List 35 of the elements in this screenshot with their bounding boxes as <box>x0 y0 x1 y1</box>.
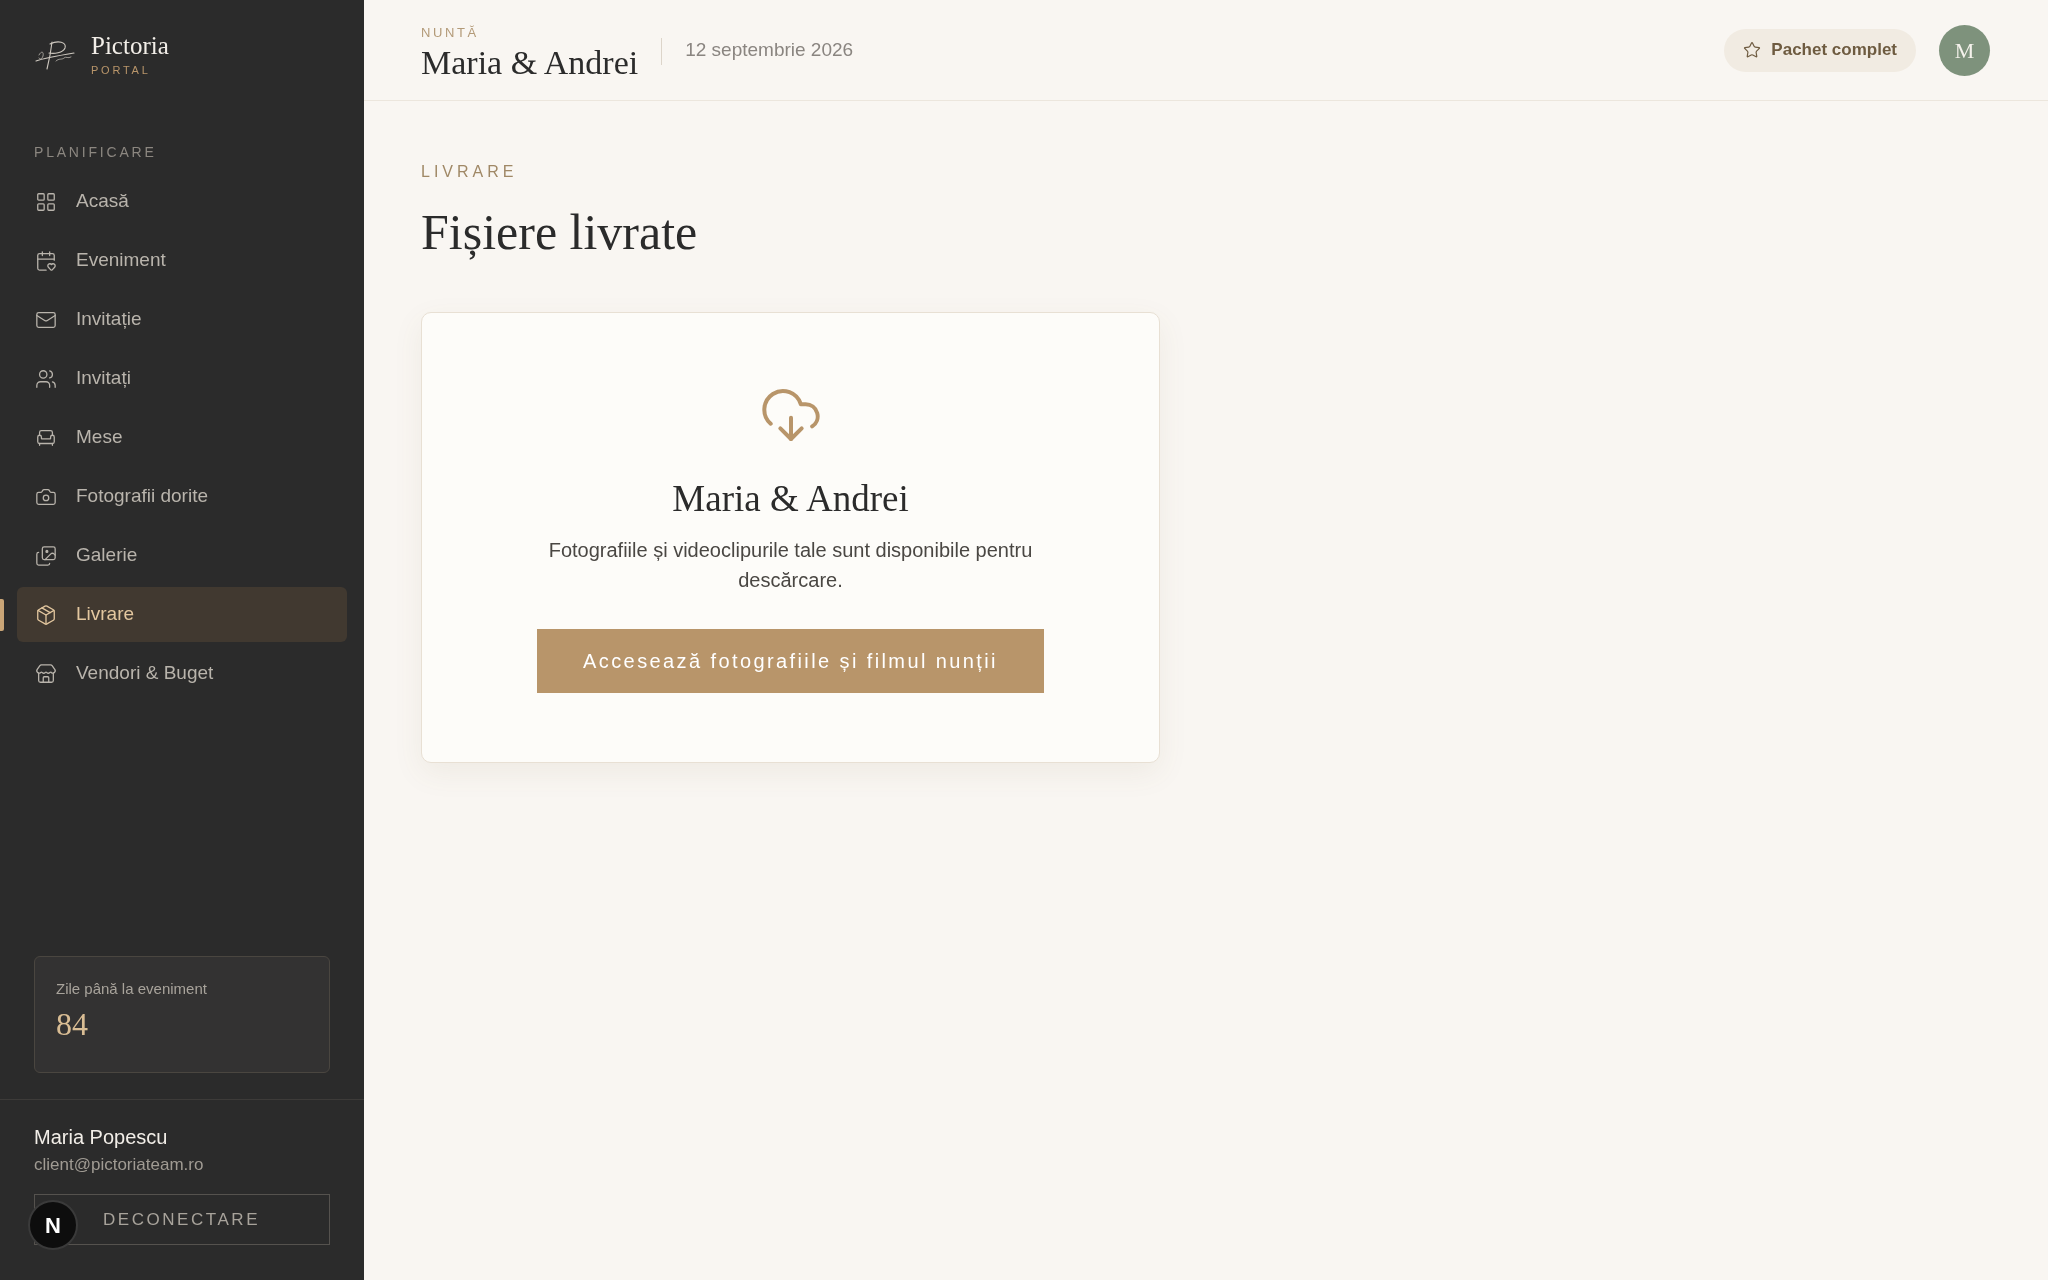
package-icon <box>35 603 57 626</box>
signature-logo-icon <box>34 38 76 71</box>
user-name: Maria Popescu <box>34 1125 168 1150</box>
nav-item[interactable]: Invitați <box>17 351 347 406</box>
nav-item[interactable]: Eveniment <box>17 233 347 288</box>
nav-item[interactable]: Acasă <box>17 174 347 229</box>
section-label: PLANIFICARE <box>34 143 157 161</box>
plan-badge: Pachet complet <box>1724 28 1916 72</box>
page-eyebrow: LIVRARE <box>421 162 518 182</box>
logout-button[interactable]: DECONECTARE <box>80 1194 330 1245</box>
event-type-label: NUNTĂ <box>421 24 479 41</box>
nav-item[interactable]: Vendori & Buget <box>17 646 347 701</box>
active-indicator <box>0 599 4 631</box>
nav-item[interactable]: Livrare <box>17 587 347 642</box>
people-icon <box>35 367 57 390</box>
countdown-label: Zile până la eveniment <box>56 980 207 998</box>
images-icon <box>35 544 57 567</box>
star-icon <box>1743 41 1762 59</box>
grid-icon <box>35 190 57 213</box>
store-icon <box>35 662 57 685</box>
page-title: Fișiere livrate <box>421 203 698 262</box>
nav-item[interactable]: Galerie <box>17 528 347 583</box>
brand-subtitle: PORTAL <box>91 63 151 77</box>
user-email: client@pictoriateam.ro <box>34 1154 204 1176</box>
card-description: Fotografiile și videoclipurile tale sunt disponibile pentru descărcare. <box>547 538 1034 593</box>
event-date: 12 septembrie 2026 <box>685 37 854 62</box>
nav-item[interactable]: Invitație <box>17 292 347 347</box>
brand-name: Pictoria <box>91 32 169 60</box>
nav-item[interactable]: Fotografii dorite <box>17 469 347 524</box>
couple-name: Maria & Andrei <box>421 43 639 82</box>
nav-item[interactable]: Mese <box>17 410 347 465</box>
card-title: Maria & Andrei <box>672 477 909 521</box>
calendar-heart-icon <box>35 249 57 272</box>
countdown-value: 84 <box>56 1006 88 1042</box>
dev-indicator-badge[interactable]: N <box>28 1200 78 1250</box>
